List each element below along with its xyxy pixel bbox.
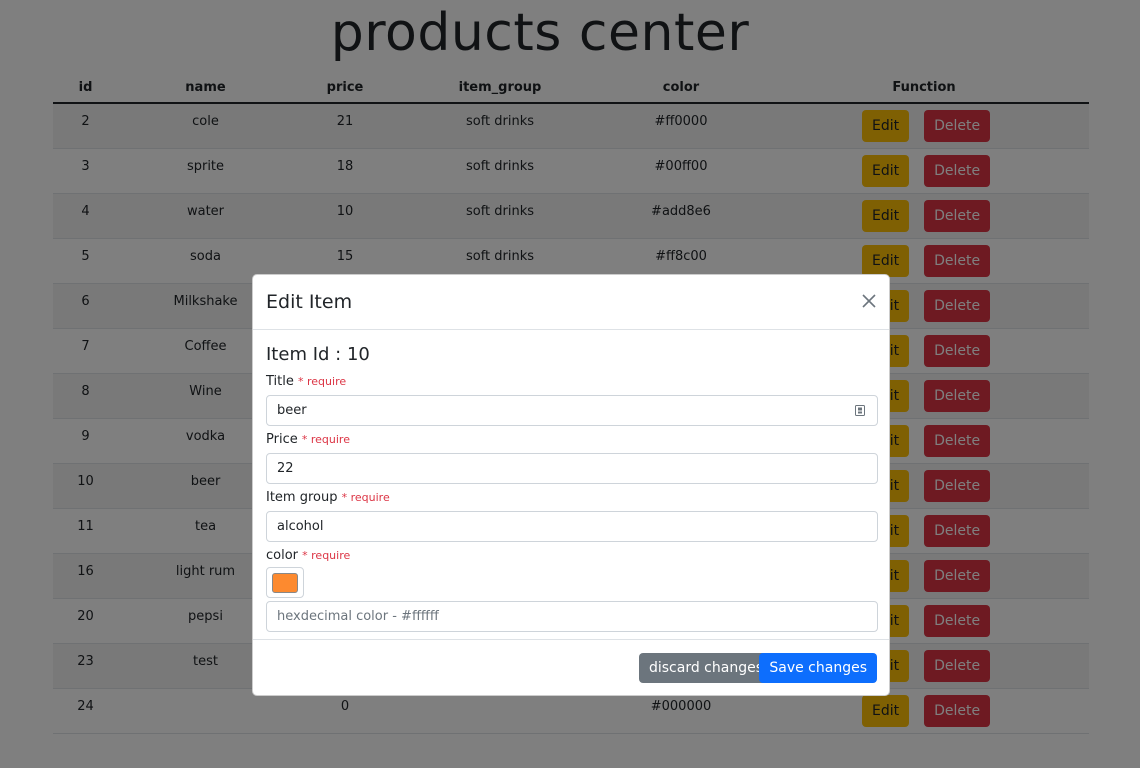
price-label-text: Price <box>266 432 298 447</box>
require-text: * require <box>298 375 347 388</box>
close-icon[interactable] <box>859 291 879 311</box>
hex-color-placeholder: hexdecimal color - #ffffff <box>277 609 439 624</box>
price-input-value: 22 <box>277 461 294 476</box>
autofill-icon[interactable] <box>855 405 865 416</box>
price-label: Price * require <box>266 432 876 448</box>
color-label-text: color <box>266 548 299 563</box>
color-picker-button[interactable] <box>266 567 304 598</box>
title-label: Title * require <box>266 374 876 390</box>
require-text: * require <box>341 491 390 504</box>
color-label: color * require <box>266 548 876 564</box>
title-label-text: Title <box>266 374 294 389</box>
item-group-input-value: alcohol <box>277 519 324 534</box>
price-input[interactable]: 22 <box>266 453 878 484</box>
require-text: * require <box>302 549 351 562</box>
modal-footer: discard changes Save changes <box>253 639 889 695</box>
color-swatch <box>272 572 298 593</box>
edit-item-modal: Edit Item Item Id : 10 Title * require b… <box>252 274 890 696</box>
item-group-label-text: Item group <box>266 490 338 505</box>
item-group-input[interactable]: alcohol <box>266 511 878 542</box>
discard-changes-button[interactable]: discard changes <box>638 653 773 683</box>
item-id-heading: Item Id : 10 <box>266 344 370 365</box>
modal-title: Edit Item <box>266 291 353 313</box>
hex-color-input[interactable]: hexdecimal color - #ffffff <box>266 601 878 632</box>
modal-body: Item Id : 10 Title * require beer Price … <box>253 344 889 632</box>
require-text: * require <box>301 433 350 446</box>
save-changes-button[interactable]: Save changes <box>759 653 877 683</box>
item-group-label: Item group * require <box>266 490 876 506</box>
title-input[interactable]: beer <box>266 395 878 426</box>
title-input-value: beer <box>277 403 307 418</box>
modal-header: Edit Item <box>253 275 889 330</box>
